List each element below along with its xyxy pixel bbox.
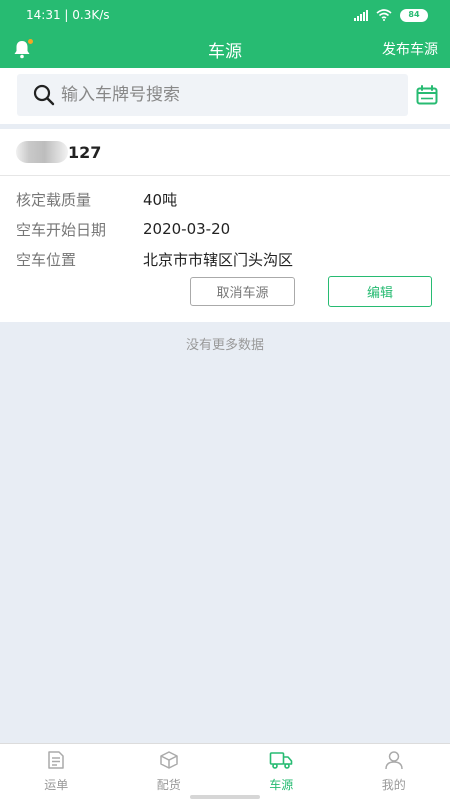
battery-indicator: 84 (400, 8, 428, 22)
tab-label: 我的 (381, 778, 406, 792)
notification-dot (28, 39, 33, 44)
info-row-capacity: 核定载质量 40吨 (0, 184, 450, 214)
publish-vehicle-button[interactable]: 发布车源 (382, 39, 438, 59)
calendar-icon[interactable] (416, 85, 438, 105)
cargo-box-icon (160, 751, 178, 769)
status-icons: 84 (354, 8, 428, 22)
info-value: 2020-03-20 (143, 220, 231, 238)
vehicle-info: 核定载质量 40吨 空车开始日期 2020-03-20 空车位置 北京市市辖区门… (0, 176, 450, 274)
tab-label: 配货 (156, 778, 181, 792)
bottom-tab-bar: 运单 配货 车源 我的 (0, 743, 450, 800)
page-title: 车源 (208, 41, 242, 62)
truck-icon (269, 752, 293, 769)
vehicle-card: 127 核定载质量 40吨 空车开始日期 2020-03-20 空车位置 北京市… (0, 129, 450, 322)
info-row-location: 空车位置 北京市市辖区门头沟区 (0, 244, 450, 274)
wifi-icon (376, 9, 392, 21)
search-input[interactable] (61, 85, 381, 105)
cancel-vehicle-button[interactable]: 取消车源 (190, 277, 295, 306)
tab-label: 车源 (269, 778, 294, 792)
signal-icon (354, 9, 368, 21)
home-indicator (190, 795, 260, 799)
status-time-network: 14:31 | 0.3K/s (26, 8, 110, 22)
plate-row: 127 (0, 129, 450, 176)
no-more-data-text: 没有更多数据 (185, 338, 264, 353)
tab-mine[interactable]: 我的 (338, 744, 450, 800)
search-area (0, 68, 450, 124)
nav-bar: 车源 发布车源 (0, 30, 450, 68)
edit-button[interactable]: 编辑 (328, 276, 432, 307)
info-label: 空车位置 (16, 250, 77, 269)
info-value: 北京市市辖区门头沟区 (143, 250, 294, 269)
tab-vehicle-source[interactable]: 车源 (225, 744, 338, 800)
card-actions: 取消车源 编辑 (0, 276, 450, 308)
search-box[interactable] (17, 74, 408, 116)
info-row-start-date: 空车开始日期 2020-03-20 (0, 214, 450, 244)
tab-label: 运单 (44, 778, 69, 792)
user-icon (385, 751, 403, 770)
search-icon (33, 84, 55, 106)
info-label: 空车开始日期 (16, 220, 107, 239)
tab-cargo[interactable]: 配货 (113, 744, 226, 800)
info-label: 核定载质量 (16, 190, 92, 209)
tab-waybill[interactable]: 运单 (0, 744, 113, 800)
plate-prefix-blurred (16, 141, 68, 163)
info-value: 40吨 (143, 190, 178, 209)
plate-number: 127 (68, 142, 102, 162)
status-bar: 14:31 | 0.3K/s 84 (0, 0, 450, 30)
waybill-icon (48, 751, 64, 769)
